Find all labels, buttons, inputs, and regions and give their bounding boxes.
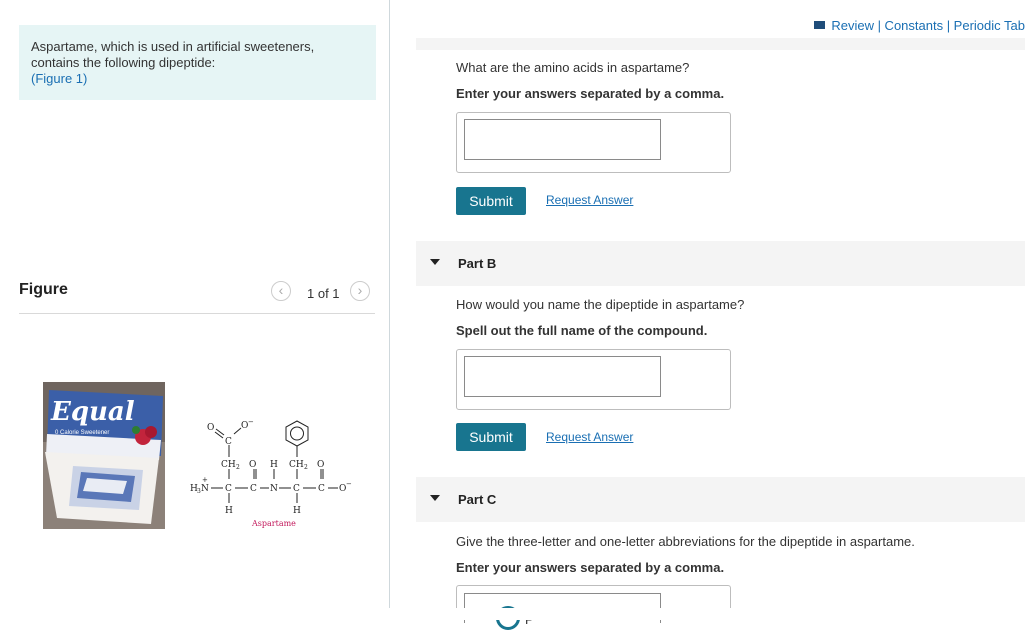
struct-ch2-right-sub: 2 (304, 464, 308, 471)
caret-down-icon[interactable] (430, 259, 440, 265)
figure-link[interactable]: (Figure 1) (31, 71, 364, 87)
struct-n-mid: N (270, 484, 278, 494)
part-a-submit-button[interactable]: Submit (456, 187, 526, 215)
part-b-header[interactable]: Part B (416, 241, 1025, 286)
intro-line-2: contains the following dipeptide: (31, 55, 216, 70)
struct-h3n-n: N (201, 484, 209, 494)
figure-title: Figure (19, 281, 68, 298)
book-icon (814, 21, 826, 29)
intro-line-1: Aspartame, which is used in artificial s… (31, 39, 315, 54)
resource-links-text[interactable]: Review | Constants | Periodic Tab (831, 18, 1025, 33)
part-b-answer-container (456, 349, 731, 410)
struct-c1: C (225, 484, 232, 494)
struct-minus-top: − (248, 418, 254, 426)
part-b-answer-input[interactable] (464, 356, 661, 397)
struct-h-bottom-left: H (225, 506, 233, 516)
chevron-right-icon[interactable]: › (350, 281, 370, 301)
photo-tagline-text: 0 Calorie Sweetener (55, 430, 109, 436)
struct-h3n-plus: + (202, 476, 208, 484)
structure-caption: Aspartame (251, 519, 296, 528)
part-a-header-bar (416, 38, 1025, 50)
resource-links[interactable]: Review | Constants | Periodic Tab (814, 18, 1025, 33)
part-a-request-answer-link[interactable]: Request Answer (546, 193, 633, 207)
part-c-title[interactable]: Part C (458, 492, 496, 507)
problem-intro: Aspartame, which is used in artificial s… (19, 25, 376, 100)
part-b-request-answer-link[interactable]: Request Answer (546, 430, 633, 444)
chevron-left-icon[interactable]: ‹ (271, 281, 291, 301)
aspartame-structure: O O − C CH 2 O H CH 2 O H 3 N + C C N C … (185, 415, 360, 535)
part-b-question: How would you name the dipeptide in aspa… (456, 297, 745, 312)
caret-down-icon[interactable] (430, 495, 440, 501)
part-a-answer-container (456, 112, 731, 173)
part-c-header[interactable]: Part C (416, 477, 1025, 522)
struct-ch2-left: CH (221, 460, 236, 470)
struct-o-mid-2: O (317, 460, 324, 470)
bottom-strip (0, 608, 1025, 620)
struct-o-mid-1: O (249, 460, 256, 470)
struct-ch2-left-sub: 2 (236, 464, 240, 471)
struct-c-top: C (225, 437, 232, 447)
part-a-answer-input[interactable] (464, 119, 661, 160)
struct-minus-end: − (346, 480, 352, 488)
figure-header: Figure ‹ 1 of 1 › (19, 280, 375, 314)
figure-counter: 1 of 1 (307, 286, 340, 301)
struct-c4: C (318, 484, 325, 494)
pane-divider (389, 0, 390, 608)
part-c-question: Give the three-letter and one-letter abb… (456, 534, 915, 549)
struct-c2: C (250, 484, 257, 494)
struct-ch2-right: CH (289, 460, 304, 470)
part-b-title[interactable]: Part B (458, 256, 496, 271)
struct-c3: C (293, 484, 300, 494)
struct-h-mid: H (270, 460, 278, 470)
sweetener-packet-photo: Equal 0 Calorie Sweetener (43, 382, 165, 529)
photo-brand-text: Equal (50, 397, 135, 427)
part-a-question: What are the amino acids in aspartame? (456, 60, 690, 75)
part-b-submit-button[interactable]: Submit (456, 423, 526, 451)
struct-o-top-left: O (207, 423, 214, 433)
struct-h-bottom-right: H (293, 506, 301, 516)
part-c-instruction: Enter your answers separated by a comma. (456, 560, 725, 575)
part-b-instruction: Spell out the full name of the compound. (456, 323, 708, 338)
part-a-instruction: Enter your answers separated by a comma. (456, 86, 725, 101)
